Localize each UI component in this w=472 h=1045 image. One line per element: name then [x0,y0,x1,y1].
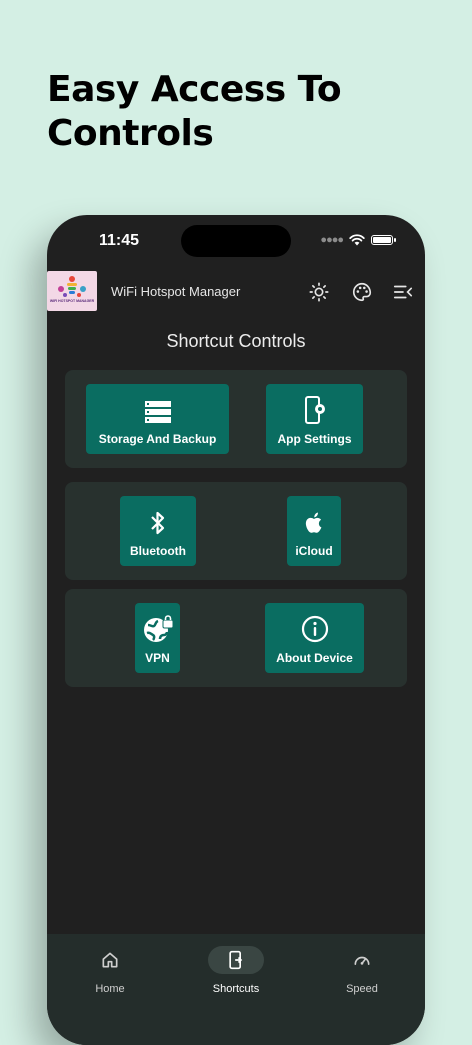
speedometer-icon [354,956,370,965]
tile-label: Bluetooth [130,544,186,558]
shortcut-card-2: Bluetooth iCloud [65,482,407,580]
nav-pill [334,946,390,974]
home-icon [102,952,118,968]
wifi-icon [349,234,365,246]
brightness-icon[interactable] [308,281,330,303]
bottom-navigation: Home Shortcuts Speed [47,934,425,1045]
status-time: 11:45 [99,232,140,249]
headline-line-2: Controls [47,113,214,154]
phone-frame: 11:45 ●●●● WIFI HOTSPOT MANAGER WiFi Hot… [47,215,425,1045]
bluetooth-button[interactable]: Bluetooth [120,496,196,566]
nav-label-home: Home [95,983,125,995]
bluetooth-icon [151,511,165,535]
tile-label: App Settings [277,432,352,446]
shortcuts-icon [229,950,243,970]
info-icon [301,615,328,643]
battery-icon [371,235,396,245]
app-logo: WIFI HOTSPOT MANAGER [47,271,97,311]
nav-label-speed: Speed [346,983,378,995]
shortcut-card-1: Storage And Backup App Settings [65,370,407,468]
about-device-button[interactable]: About Device [265,603,364,673]
status-icons: ●●●● [320,234,396,246]
tile-label: iCloud [295,544,333,558]
app-logo-text: WIFI HOTSPOT MANAGER [49,299,95,303]
app-settings-button[interactable]: App Settings [266,384,363,454]
nav-pill [82,946,138,974]
tile-label: About Device [276,651,353,665]
dynamic-island [181,225,291,257]
page-headline: Easy Access To Controls [47,68,342,156]
palette-icon[interactable] [351,281,373,303]
icloud-button[interactable]: iCloud [287,496,341,566]
tile-label: VPN [145,651,170,665]
menu-open-icon[interactable] [392,281,414,303]
nav-item-shortcuts[interactable]: Shortcuts [208,946,264,995]
headline-line-1: Easy Access To [47,69,342,110]
nav-item-speed[interactable]: Speed [334,946,390,995]
storage-and-backup-button[interactable]: Storage And Backup [86,384,229,454]
vpn-globe-lock-icon [143,615,173,642]
nav-label-shortcuts: Shortcuts [212,983,260,995]
phone-settings-icon [304,396,325,424]
app-title: WiFi Hotspot Manager [111,284,241,299]
vpn-button[interactable]: VPN [135,603,180,673]
shortcut-card-3: VPN About Device [65,589,407,687]
tile-label: Storage And Backup [98,432,217,446]
storage-icon [144,401,171,423]
nav-pill-active [208,946,264,974]
nav-item-home[interactable]: Home [82,946,138,995]
signal-icon: ●●●● [320,234,344,246]
apple-icon [305,512,322,533]
page-heading: Shortcut Controls [166,331,306,351]
